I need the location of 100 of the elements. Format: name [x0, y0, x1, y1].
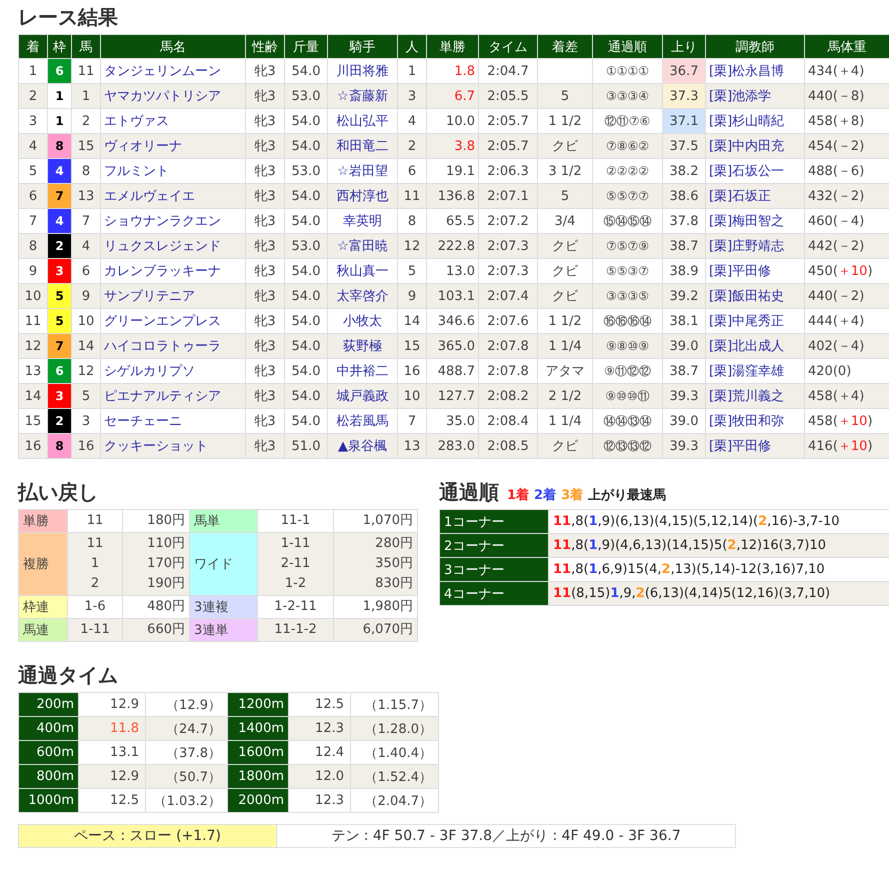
payout-amount: 480円	[146, 598, 185, 616]
lap-time-cell: 12.5	[78, 788, 146, 812]
lap-time-cell: 12.5	[288, 692, 350, 716]
combination-text: 1-11	[79, 621, 111, 639]
distance-label: 2000m	[228, 788, 288, 812]
combination-text: 11-1	[280, 512, 312, 530]
column-header: 斤量	[284, 34, 328, 58]
bet-type-label: 単勝	[18, 510, 68, 532]
lap-time-cell: 12.0	[288, 764, 350, 788]
payout-amount: 180円	[146, 512, 185, 530]
column-header: 着差	[538, 34, 592, 58]
distance-label: 1600m	[228, 740, 288, 764]
payout-amount: 6,070円	[362, 621, 413, 639]
corner-order-text: 11,8(1,9)(6,13)(4,15)(5,12,14)(2,16)-3,7-10	[548, 510, 889, 534]
distance-label: 1400m	[228, 716, 288, 740]
column-header: 馬体重	[804, 34, 889, 58]
frame-number-cell: 8	[48, 134, 72, 158]
payout-amount: 830円	[374, 575, 413, 593]
bet-type-label: 3連単	[190, 618, 258, 642]
column-header: 人	[398, 34, 426, 58]
section-title: 払い戻し	[18, 479, 99, 505]
column-header: 上り	[662, 34, 706, 58]
frame-number-cell: 2	[48, 234, 72, 258]
lap-time-cell: 12.4	[288, 740, 350, 764]
combination-text: 11	[86, 535, 104, 553]
corner-order-text: 11,8(1,6,9)15(4,2,13)(5,14)-12(3,16)7,10	[548, 558, 889, 582]
weight-carried-cell: 51.0	[284, 434, 328, 458]
payout-amount: 1,070円	[362, 512, 413, 530]
corner-label: 2コーナー	[440, 534, 548, 558]
payout-amount: 280円	[374, 535, 413, 553]
pace-label: ペース : スロー (+1.7)	[19, 825, 277, 847]
payout-amount: 190円	[146, 575, 185, 593]
frame-number-cell: 4	[48, 208, 72, 234]
cumulative-time-cell: （1.28.0）	[350, 716, 438, 740]
payout-amount: 350円	[374, 555, 413, 573]
column-header: 通過順	[592, 34, 662, 58]
corner-order-text: 11,8(1,9)(4,6,13)(14,15)5(2,12)16(3,7)10	[548, 534, 889, 558]
distance-label: 1000m	[18, 788, 78, 812]
distance-label: 400m	[18, 716, 78, 740]
pace-summary-text: テン : 4F 50.7 - 3F 37.8／上がり : 4F 49.0 - 3F 36.7	[330, 827, 682, 846]
distance-label: 1800m	[228, 764, 288, 788]
lap-time-cell: 11.8	[78, 716, 146, 740]
corner-order-text: 11(8,15)1,9,2(6,13)(4,14)5(12,16)(3,7,10)	[548, 582, 889, 606]
last-3f-cell: 39.3	[662, 434, 706, 458]
combination-text: 1-11	[280, 535, 312, 553]
corner-label: 3コーナー	[440, 558, 548, 582]
lap-time-cell: 12.3	[288, 788, 350, 812]
last-3f-cell: 36.7	[662, 58, 706, 84]
cumulative-time-cell: （50.7）	[146, 764, 228, 788]
distance-label: 1200m	[228, 692, 288, 716]
frame-number-cell: 1	[48, 108, 72, 134]
bet-type-label: ワイド	[190, 532, 258, 596]
cumulative-time-cell: （24.7）	[146, 716, 228, 740]
section-title: 通過順	[439, 479, 499, 505]
frame-number-cell: 3	[48, 384, 72, 408]
lap-time-cell: 13.1	[78, 740, 146, 764]
column-header: 単勝	[426, 34, 478, 58]
corner-label: 1コーナー	[440, 510, 548, 534]
payout-amount: 170円	[146, 555, 185, 573]
section-title: レース結果	[18, 4, 119, 30]
cumulative-time-cell: （1.52.4）	[350, 764, 438, 788]
column-header: 騎手	[328, 34, 398, 58]
bet-type-label: 複勝	[18, 532, 68, 596]
cumulative-time-cell: （1.40.4）	[350, 740, 438, 764]
distance-label: 800m	[18, 764, 78, 788]
combination-text: 11	[86, 512, 104, 530]
column-header: 枠	[48, 34, 72, 58]
frame-number-cell: 1	[48, 84, 72, 108]
sex-age-cell: 牝3	[246, 434, 284, 458]
frame-number-cell: 4	[48, 158, 72, 184]
trainer-link[interactable]: [栗]平田修	[706, 434, 804, 458]
payout-amount: 1,980円	[362, 598, 413, 616]
section-title: 通過タイム	[18, 662, 119, 688]
cumulative-time-cell: （12.9）	[146, 692, 228, 716]
combination-text: 11-1-2	[273, 621, 318, 639]
corner-label: 4コーナー	[440, 582, 548, 606]
last-3f-cell: 37.1	[662, 108, 706, 134]
distance-label: 600m	[18, 740, 78, 764]
frame-number-cell: 2	[48, 408, 72, 434]
cumulative-time-cell: （1.03.2）	[146, 788, 228, 812]
horse-number-cell: 16	[72, 434, 100, 458]
jockey-link[interactable]: ▲泉谷楓	[328, 434, 398, 458]
frame-number-cell: 7	[48, 334, 72, 358]
bet-type-label: 馬単	[190, 510, 258, 532]
color-legend: 1着 2着 3着 上がり最速馬	[507, 486, 672, 504]
frame-number-cell: 6	[48, 358, 72, 384]
frame-number-cell: 7	[48, 184, 72, 208]
cumulative-time-cell: （2.04.7）	[350, 788, 438, 812]
combination-text: 1-2	[284, 575, 308, 593]
frame-number-cell: 8	[48, 434, 72, 458]
time-cell: 2:08.5	[478, 434, 538, 458]
cumulative-time-cell: （1.15.7）	[350, 692, 438, 716]
column-header: 調教師	[706, 34, 804, 58]
lap-time-cell: 12.3	[288, 716, 350, 740]
horse-name-link[interactable]: クッキーショット	[100, 434, 246, 458]
bet-type-label: 3連複	[190, 596, 258, 618]
combination-text: 2-11	[280, 555, 312, 573]
combination-text: 1	[90, 555, 100, 573]
column-header: 馬名	[100, 34, 246, 58]
column-header: 着	[18, 34, 48, 58]
